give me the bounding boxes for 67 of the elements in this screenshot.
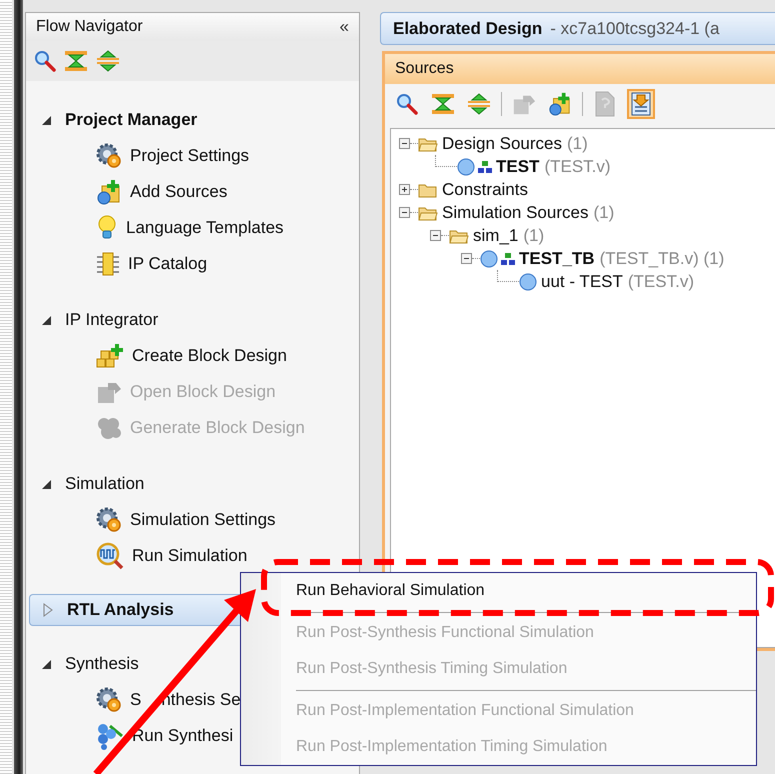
collapse-button[interactable]: « (340, 17, 349, 38)
gear-icon (96, 143, 122, 169)
collapse-icon[interactable] (64, 50, 88, 72)
lightbulb-icon (96, 215, 118, 241)
tree-label[interactable]: uut - TEST (541, 272, 623, 292)
nav-item[interactable]: Language Templates (26, 210, 359, 246)
nav-item[interactable]: Add Sources (26, 174, 359, 210)
panel-title: Flow Navigator (36, 18, 143, 36)
tree-note: (1) (593, 202, 614, 222)
blocks-icon (96, 343, 124, 369)
tree-label[interactable]: Design Sources (442, 134, 562, 154)
download-icon[interactable] (631, 92, 651, 116)
collapse-icon[interactable] (431, 93, 455, 115)
module-icon (519, 272, 537, 290)
folder-icon (418, 182, 438, 198)
waveform-icon (96, 542, 124, 570)
panel-title: Sources (395, 60, 454, 78)
tree-label[interactable]: Simulation Sources (442, 202, 588, 222)
nav-item[interactable]: Create Block Design (26, 338, 359, 374)
tree-label[interactable]: TEST (496, 156, 540, 176)
chip-icon (96, 251, 120, 277)
tree-note: (1) (523, 226, 544, 246)
section-heading[interactable]: Project Manager (26, 102, 359, 138)
nav-item[interactable]: IP Catalog (26, 246, 359, 282)
module-icon (480, 250, 498, 268)
folder-icon (449, 228, 469, 244)
tree-note: (1) (567, 134, 588, 154)
tree-label[interactable]: sim_1 (473, 226, 518, 246)
tree-toggle[interactable] (399, 207, 410, 218)
search-icon[interactable] (396, 93, 418, 115)
search-icon[interactable] (34, 50, 56, 72)
expand-icon[interactable] (467, 93, 491, 115)
expand-icon[interactable] (96, 50, 120, 72)
part-name: - xc7a100tcsg324-1 (a (550, 18, 720, 38)
add-sources-icon (96, 179, 122, 205)
tree-toggle[interactable] (399, 138, 410, 149)
collapsed-triangle-icon[interactable] (43, 603, 53, 617)
gear-icon (96, 687, 122, 713)
nav-item[interactable]: Run Simulation (26, 538, 359, 574)
section-heading[interactable]: Simulation (26, 466, 359, 502)
tree-note: (TEST_TB.v) (1) (600, 248, 724, 268)
expanded-triangle-icon[interactable] (42, 480, 51, 488)
tree-label[interactable]: TEST_TB (519, 248, 595, 268)
design-title: Elaborated Design (393, 18, 542, 38)
tree-note: (TEST.v) (544, 156, 611, 176)
tree-toggle[interactable] (430, 230, 441, 241)
expanded-triangle-icon[interactable] (42, 660, 51, 668)
module-icon (457, 158, 475, 176)
folder-icon (418, 204, 438, 220)
gear-icon (96, 507, 122, 533)
toolbar-button[interactable] (627, 89, 655, 119)
item-label: S (130, 690, 142, 710)
nav-item[interactable]: Simulation Settings (26, 502, 359, 538)
hierarchy-icon (501, 252, 515, 266)
tree-toggle[interactable] (399, 184, 410, 195)
hierarchy-icon (478, 160, 492, 174)
expanded-triangle-icon[interactable] (42, 116, 51, 124)
tree-toggle[interactable] (461, 253, 472, 264)
cluster-icon (96, 415, 122, 441)
nodes-icon (96, 722, 124, 750)
section-heading[interactable]: IP Integrator (26, 302, 359, 338)
folder-icon (418, 136, 438, 152)
expanded-triangle-icon[interactable] (42, 316, 51, 324)
add-sources-icon (548, 91, 572, 117)
nav-item[interactable]: Project Settings (26, 138, 359, 174)
tree-note: (TEST.v) (628, 272, 694, 292)
tree-label[interactable]: Constraints (442, 180, 528, 200)
